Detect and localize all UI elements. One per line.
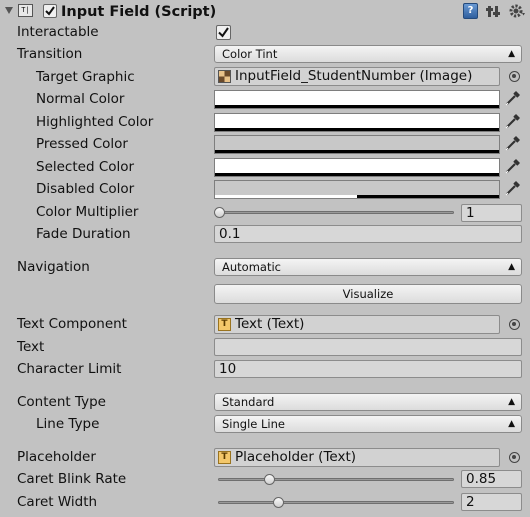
caret-blink-rate-label: Caret Blink Rate	[17, 471, 127, 487]
eyedropper-icon[interactable]	[504, 134, 522, 152]
color-swatch[interactable]	[214, 113, 500, 132]
object-picker-icon[interactable]	[509, 319, 520, 330]
line-type-dropdown[interactable]: Single Line ▲︎	[214, 415, 522, 433]
alpha-bar	[215, 128, 499, 131]
caret-width-input[interactable]: 2	[461, 493, 522, 511]
fade-duration-input[interactable]: 0.1	[214, 225, 522, 243]
fade-duration-label: Fade Duration	[36, 226, 131, 242]
color-label: Pressed Color	[36, 136, 128, 152]
foldout-arrow-icon[interactable]	[5, 7, 13, 14]
text-component-value: Text (Text)	[235, 316, 305, 332]
color-label: Selected Color	[36, 159, 135, 175]
component-title: Input Field (Script)	[61, 4, 217, 20]
placeholder-field[interactable]: T Placeholder (Text)	[214, 448, 500, 467]
navigation-value: Automatic	[222, 260, 281, 274]
dropdown-arrow-icon: ▲︎	[508, 49, 515, 59]
help-book-icon[interactable]: ?	[463, 3, 478, 19]
target-graphic-value: InputField_StudentNumber (Image)	[235, 68, 473, 84]
interactable-checkbox[interactable]	[216, 25, 231, 40]
eyedropper-icon[interactable]	[504, 112, 522, 130]
eyedropper-icon[interactable]	[504, 157, 522, 175]
color-swatch[interactable]	[214, 135, 500, 154]
text-component-icon: T	[218, 451, 231, 464]
placeholder-value: Placeholder (Text)	[235, 449, 357, 465]
presets-icon[interactable]	[486, 4, 502, 19]
checkbox-icon	[218, 27, 229, 38]
object-picker-icon[interactable]	[509, 71, 520, 82]
alpha-bar	[357, 195, 499, 198]
target-graphic-label: Target Graphic	[36, 69, 135, 85]
content-type-value: Standard	[222, 395, 275, 409]
transition-label: Transition	[17, 46, 83, 62]
character-limit-label: Character Limit	[17, 361, 122, 377]
color-label: Disabled Color	[36, 181, 135, 197]
text-component-icon: T	[218, 318, 231, 331]
text-input[interactable]	[214, 338, 522, 356]
visualize-button[interactable]: Visualize	[214, 284, 522, 304]
caret-width-label: Caret Width	[17, 494, 98, 510]
placeholder-label: Placeholder	[17, 449, 96, 465]
gear-icon[interactable]	[508, 3, 526, 19]
line-type-label: Line Type	[36, 416, 100, 432]
navigation-label: Navigation	[17, 259, 90, 275]
color-multiplier-label: Color Multiplier	[36, 204, 139, 220]
color-multiplier-input[interactable]: 1	[461, 204, 522, 222]
target-graphic-field[interactable]: InputField_StudentNumber (Image)	[214, 67, 500, 86]
content-type-label: Content Type	[17, 394, 106, 410]
text-component-label: Text Component	[17, 316, 127, 332]
caret-blink-rate-input[interactable]: 0.85	[461, 470, 522, 488]
caret-blink-rate-thumb[interactable]	[263, 474, 275, 485]
alpha-bar	[215, 173, 499, 176]
color-multiplier-thumb[interactable]	[214, 207, 225, 218]
color-multiplier-slider[interactable]	[218, 211, 454, 214]
color-swatch[interactable]	[214, 90, 500, 109]
caret-blink-rate-slider[interactable]	[218, 478, 454, 481]
text-label: Text	[17, 339, 45, 355]
transition-dropdown[interactable]: Color Tint ▲︎	[214, 45, 522, 63]
navigation-dropdown[interactable]: Automatic ▲︎	[214, 258, 522, 276]
alpha-bar	[215, 105, 499, 108]
checkbox-icon	[45, 6, 55, 16]
line-type-value: Single Line	[222, 417, 285, 431]
character-limit-input[interactable]: 10	[214, 360, 522, 378]
text-component-field[interactable]: T Text (Text)	[214, 315, 500, 334]
dropdown-arrow-icon: ▲︎	[508, 262, 515, 272]
color-label: Normal Color	[36, 91, 125, 107]
caret-width-slider[interactable]	[218, 501, 454, 504]
dropdown-arrow-icon: ▲︎	[508, 419, 515, 429]
interactable-label: Interactable	[17, 24, 99, 40]
transition-value: Color Tint	[222, 47, 278, 61]
eyedropper-icon[interactable]	[504, 179, 522, 197]
caret-width-thumb[interactable]	[273, 497, 284, 508]
image-asset-icon	[218, 70, 231, 83]
color-swatch[interactable]	[214, 180, 500, 199]
content-type-dropdown[interactable]: Standard ▲︎	[214, 393, 522, 411]
eyedropper-icon[interactable]	[504, 89, 522, 107]
script-component-icon: T|	[18, 4, 33, 17]
component-header: T| Input Field (Script) ?	[0, 0, 530, 23]
color-swatch[interactable]	[214, 158, 500, 177]
color-label: Highlighted Color	[36, 114, 154, 130]
alpha-bar	[215, 150, 499, 153]
object-picker-icon[interactable]	[509, 452, 520, 463]
component-enabled-checkbox[interactable]	[43, 4, 57, 18]
dropdown-arrow-icon: ▲︎	[508, 397, 515, 407]
